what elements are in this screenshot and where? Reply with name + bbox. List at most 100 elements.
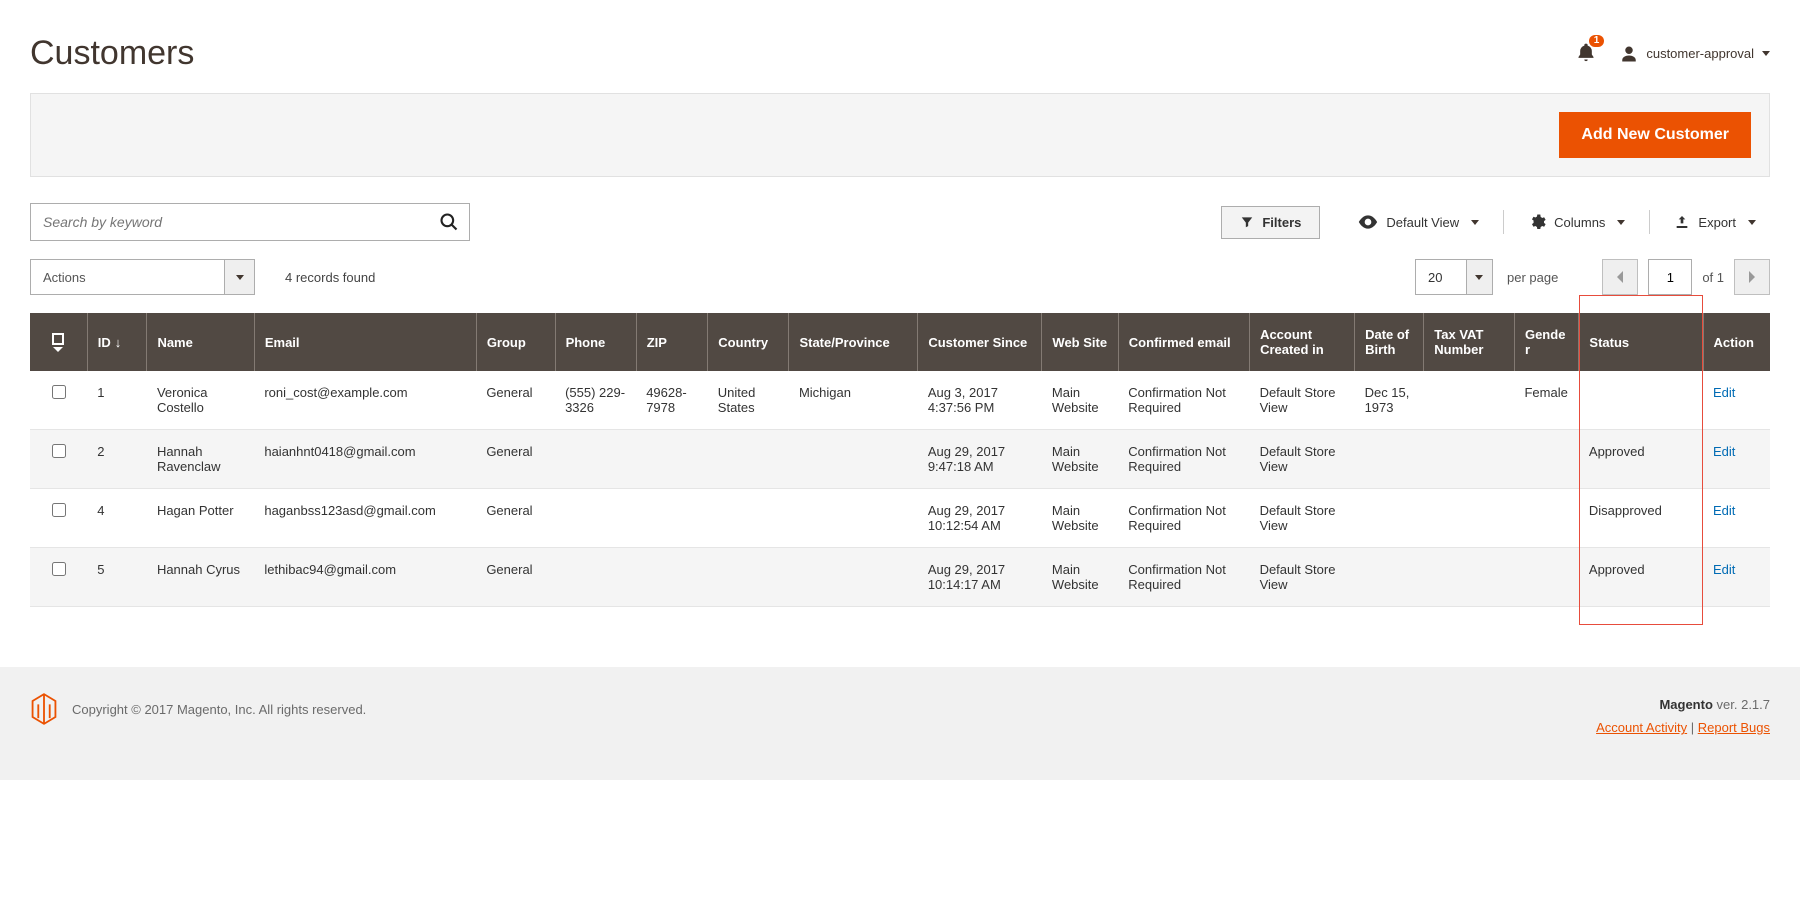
cell-country [708,489,789,548]
cell-group: General [476,548,555,607]
search-input[interactable] [31,214,429,230]
cell-phone [555,489,636,548]
cell-phone [555,430,636,489]
default-view-button[interactable]: Default View [1344,207,1493,238]
cell-status: Disapproved [1579,489,1703,548]
cell-since: Aug 29, 2017 10:14:17 AM [918,548,1042,607]
cell-status: Approved [1579,430,1703,489]
cell-group: General [476,371,555,430]
user-menu[interactable]: customer-approval [1620,45,1770,63]
per-page-label: per page [1507,270,1558,285]
col-header-email[interactable]: Email [254,313,476,371]
cell-status [1579,371,1703,430]
page-size-dropdown[interactable] [1466,260,1492,294]
cell-state [789,430,918,489]
cell-state [789,548,918,607]
edit-link[interactable]: Edit [1713,503,1735,518]
cell-id: 2 [87,430,147,489]
user-label: customer-approval [1646,46,1754,61]
filters-button[interactable]: Filters [1221,206,1320,239]
pager-next-button[interactable] [1734,259,1770,295]
page-size-value: 20 [1416,260,1466,294]
customers-grid: ID↓ Name Email Group Phone ZIP Country S… [30,313,1770,607]
col-header-id[interactable]: ID↓ [87,313,147,371]
footer-brand: Magento [1659,697,1712,712]
cell-country [708,548,789,607]
edit-link[interactable]: Edit [1713,385,1735,400]
col-header-status[interactable]: Status [1579,313,1703,371]
actions-dropdown[interactable] [224,260,254,294]
pager-of: of 1 [1702,270,1724,285]
cell-phone: (555) 229-3326 [555,371,636,430]
cell-dob: Dec 15, 1973 [1355,371,1424,430]
row-checkbox[interactable] [52,503,66,517]
cell-name: Hannah Cyrus [147,548,254,607]
col-header-name[interactable]: Name [147,313,254,371]
search-button[interactable] [429,212,469,232]
notifications-button[interactable]: 1 [1576,41,1596,66]
col-header-phone[interactable]: Phone [555,313,636,371]
records-found: 4 records found [285,270,375,285]
col-header-website[interactable]: Web Site [1042,313,1118,371]
pager-prev-button[interactable] [1602,259,1638,295]
cell-status: Approved [1579,548,1703,607]
cell-since: Aug 29, 2017 10:12:54 AM [918,489,1042,548]
col-header-country[interactable]: Country [708,313,789,371]
cell-web: Main Website [1042,548,1118,607]
default-view-label: Default View [1386,215,1459,230]
col-header-group[interactable]: Group [476,313,555,371]
col-header-zip[interactable]: ZIP [636,313,708,371]
col-header-dob[interactable]: Date of Birth [1355,313,1424,371]
col-header-confirmed[interactable]: Confirmed email [1118,313,1249,371]
col-header-select[interactable] [30,313,87,371]
row-checkbox[interactable] [52,385,66,399]
chevron-down-icon [1475,275,1483,280]
columns-button[interactable]: Columns [1514,205,1639,239]
cell-email: lethibac94@gmail.com [254,548,476,607]
cell-vat [1424,489,1515,548]
cell-vat [1424,371,1515,430]
cell-state [789,489,918,548]
divider [1649,210,1650,234]
chevron-down-icon [1748,220,1756,225]
cell-country: United States [708,371,789,430]
cell-gender [1514,489,1578,548]
edit-link[interactable]: Edit [1713,444,1735,459]
report-bugs-link[interactable]: Report Bugs [1698,720,1770,735]
page-title: Customers [30,34,194,73]
cell-gender [1514,548,1578,607]
table-row: 5Hannah Cyruslethibac94@gmail.comGeneral… [30,548,1770,607]
cell-group: General [476,430,555,489]
cell-id: 4 [87,489,147,548]
col-header-gender[interactable]: Gender [1514,313,1578,371]
row-checkbox[interactable] [52,444,66,458]
col-header-action[interactable]: Action [1703,313,1770,371]
account-activity-link[interactable]: Account Activity [1596,720,1687,735]
cell-account: Default Store View [1250,371,1355,430]
row-checkbox[interactable] [52,562,66,576]
add-new-customer-button[interactable]: Add New Customer [1559,112,1751,158]
cell-email: haganbss123asd@gmail.com [254,489,476,548]
cell-web: Main Website [1042,430,1118,489]
edit-link[interactable]: Edit [1713,562,1735,577]
chevron-down-icon [236,275,244,280]
col-header-state[interactable]: State/Province [789,313,918,371]
col-header-account-created-in[interactable]: Account Created in [1250,313,1355,371]
cell-zip [636,548,708,607]
columns-label: Columns [1554,215,1605,230]
user-icon [1620,45,1638,63]
cell-country [708,430,789,489]
cell-confirmed: Confirmation Not Required [1118,548,1249,607]
col-header-tax-vat[interactable]: Tax VAT Number [1424,313,1515,371]
cell-name: Hagan Potter [147,489,254,548]
notifications-count: 1 [1589,35,1605,47]
pager-current-input[interactable] [1648,259,1692,295]
cell-dob [1355,430,1424,489]
cell-since: Aug 29, 2017 9:47:18 AM [918,430,1042,489]
col-header-customer-since[interactable]: Customer Since [918,313,1042,371]
actions-label: Actions [31,260,224,294]
chevron-right-icon [1748,271,1756,283]
export-button[interactable]: Export [1660,206,1770,238]
chevron-down-icon [1617,220,1625,225]
cell-phone [555,548,636,607]
